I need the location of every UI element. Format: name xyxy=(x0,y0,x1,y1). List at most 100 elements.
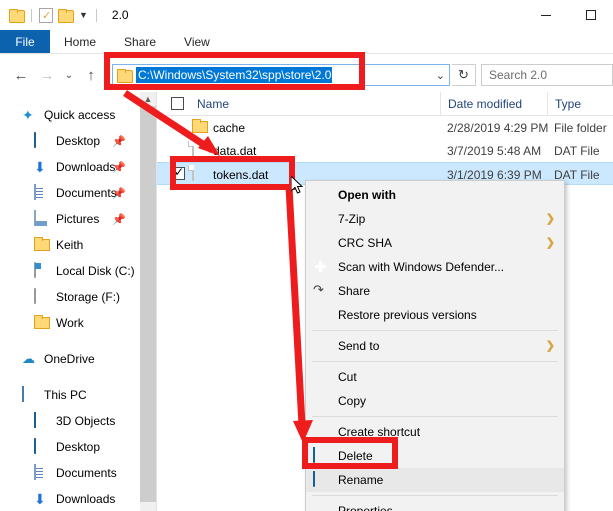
chevron-right-icon: ❯ xyxy=(545,213,555,225)
chevron-right-icon: ❯ xyxy=(545,237,555,249)
minimize-button[interactable] xyxy=(523,0,568,30)
sidebar-item-downloads[interactable]: ⬇ Downloads 📌 xyxy=(0,154,140,180)
file-type: File folder xyxy=(554,120,607,135)
system-drive-icon xyxy=(34,262,50,279)
sidebar-item-desktop[interactable]: Desktop 📌 xyxy=(0,128,140,154)
menu-item-label: Share xyxy=(338,284,371,298)
documents-icon xyxy=(34,464,50,481)
sidebar-item-documents-pc[interactable]: Documents xyxy=(0,460,140,486)
menu-item-properties[interactable]: Properties xyxy=(306,499,564,511)
chevron-down-icon[interactable]: ⌄ xyxy=(436,69,445,82)
menu-item-label: CRC SHA xyxy=(338,236,393,250)
sidebar-item-onedrive[interactable]: ☁ OneDrive xyxy=(0,346,140,372)
properties-checkmark-icon[interactable]: ✓ xyxy=(39,7,53,23)
file-to-rename-arrow xyxy=(285,186,313,443)
window-title: 2.0 xyxy=(111,8,129,22)
menu-item-copy[interactable]: Copy xyxy=(306,389,564,413)
menu-item-cut[interactable]: Cut xyxy=(306,365,564,389)
sidebar-item-label: Downloads xyxy=(56,160,116,174)
sidebar-item-label: Keith xyxy=(56,238,84,252)
sidebar-item-label: Desktop xyxy=(56,440,101,454)
uac-shield-icon xyxy=(313,471,329,488)
file-date: 2/28/2019 4:29 PM xyxy=(447,120,549,135)
menu-item-crc-sha[interactable]: CRC SHA ❯ xyxy=(306,231,564,255)
back-icon[interactable]: ← xyxy=(8,61,34,89)
menu-item-label: Rename xyxy=(338,473,384,487)
sidebar-item-label: Storage (F:) xyxy=(56,290,121,304)
pin-icon: 📌 xyxy=(112,213,126,226)
chevron-right-icon: ❯ xyxy=(545,340,555,352)
maximize-button[interactable] xyxy=(568,0,613,30)
menu-separator xyxy=(312,361,558,362)
menu-item-share[interactable]: ↷ Share xyxy=(306,279,564,303)
sidebar-item-label: Work xyxy=(56,316,84,330)
title-bar: ✓ ▼ 2.0 xyxy=(0,0,613,30)
divider xyxy=(31,8,32,22)
documents-icon xyxy=(34,184,50,201)
downloads-icon: ⬇ xyxy=(34,491,46,507)
cloud-icon: ☁ xyxy=(22,351,35,366)
column-header-date-modified[interactable]: Date modified xyxy=(440,92,547,115)
tab-home[interactable]: Home xyxy=(50,30,110,53)
menu-item-label: Restore previous versions xyxy=(338,308,477,322)
folder-icon xyxy=(34,237,50,253)
tab-view[interactable]: View xyxy=(170,30,224,53)
desktop-icon xyxy=(34,132,50,149)
menu-item-restore-previous-versions[interactable]: Restore previous versions xyxy=(306,303,564,327)
sidebar-item-local-disk-c[interactable]: Local Disk (C:) xyxy=(0,258,140,284)
menu-item-label: Send to xyxy=(338,339,380,353)
menu-separator xyxy=(312,416,558,417)
sidebar-item-label: Documents xyxy=(56,466,117,480)
refresh-icon[interactable]: ↻ xyxy=(452,64,476,86)
up-icon[interactable]: ↑ xyxy=(78,61,104,89)
nav-buttons: ← → ⌄ ↑ xyxy=(8,60,104,90)
new-folder-icon[interactable] xyxy=(58,8,74,23)
sidebar-item-work[interactable]: Work xyxy=(0,310,140,336)
sidebar-item-desktop-pc[interactable]: Desktop xyxy=(0,434,140,460)
menu-item-label: Scan with Windows Defender... xyxy=(338,260,505,274)
address-bar-highlight-box xyxy=(104,52,365,90)
sidebar-item-label: Local Disk (C:) xyxy=(56,264,135,278)
sidebar-item-this-pc[interactable]: This PC xyxy=(0,382,140,408)
menu-item-scan-with-windows-defender[interactable]: Scan with Windows Defender... xyxy=(306,255,564,279)
sidebar-item-storage-f[interactable]: Storage (F:) xyxy=(0,284,140,310)
sidebar-item-label: Desktop xyxy=(56,134,101,148)
file-type: DAT File xyxy=(554,143,600,158)
menu-item-rename[interactable]: Rename xyxy=(306,468,564,492)
window-controls xyxy=(523,0,613,30)
3d-objects-icon xyxy=(34,412,50,429)
search-input[interactable]: Search 2.0 xyxy=(481,64,613,86)
menu-item-label: Copy xyxy=(338,394,367,408)
file-explorer-window: ✓ ▼ 2.0 File Home Share View ← → ⌄ ↑ C:\… xyxy=(0,0,613,511)
menu-item-label: Open with xyxy=(338,188,396,202)
menu-item-label: Properties xyxy=(338,504,393,511)
sidebar-item-3d-objects[interactable]: 3D Objects xyxy=(0,408,140,434)
sidebar-item-label: OneDrive xyxy=(44,352,95,366)
sidebar-item-pictures[interactable]: Pictures 📌 xyxy=(0,206,140,232)
mouse-cursor xyxy=(291,176,304,194)
menu-item-open-with[interactable]: Open with xyxy=(306,183,564,207)
sidebar-item-keith[interactable]: Keith xyxy=(0,232,140,258)
tab-share[interactable]: Share xyxy=(110,30,170,53)
menu-item-send-to[interactable]: Send to ❯ xyxy=(306,334,564,358)
pictures-icon xyxy=(34,210,50,227)
ribbon-tabs: File Home Share View xyxy=(0,30,613,53)
sidebar-item-label: Quick access xyxy=(44,108,116,122)
file-date: 3/7/2019 5:48 AM xyxy=(447,143,542,158)
column-header-type[interactable]: Type xyxy=(547,92,613,115)
star-icon: ✦ xyxy=(22,107,34,123)
sidebar-item-documents[interactable]: Documents 📌 xyxy=(0,180,140,206)
tab-file[interactable]: File xyxy=(0,30,50,53)
menu-separator xyxy=(312,495,558,496)
chevron-down-icon[interactable]: ▼ xyxy=(78,10,89,20)
menu-item-7-zip[interactable]: 7-Zip ❯ xyxy=(306,207,564,231)
sidebar-item-downloads-pc[interactable]: ⬇ Downloads xyxy=(0,486,140,511)
forward-icon[interactable]: → xyxy=(34,61,60,89)
sidebar-item-label: Downloads xyxy=(56,492,116,506)
folder-icon[interactable] xyxy=(9,8,25,23)
sidebar-item-quick-access[interactable]: ✦ Quick access xyxy=(0,102,140,128)
menu-separator xyxy=(312,330,558,331)
recent-locations-icon[interactable]: ⌄ xyxy=(60,61,78,89)
drive-icon xyxy=(34,288,50,305)
sidebar-item-label: This PC xyxy=(44,388,87,402)
